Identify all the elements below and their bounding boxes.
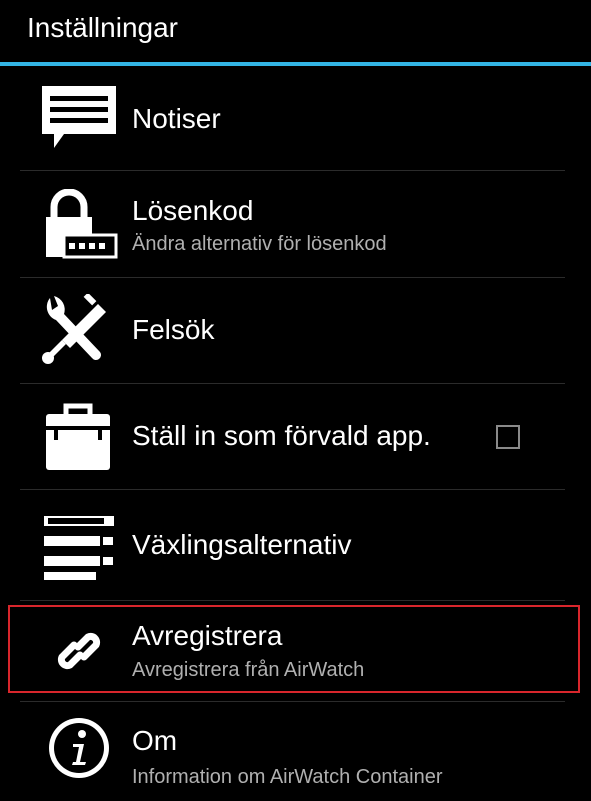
settings-item-title: Om bbox=[132, 725, 178, 756]
info-icon bbox=[40, 712, 118, 784]
settings-item-notiser[interactable]: Notiser bbox=[0, 66, 591, 170]
settings-item-subtitle: Ändra alternativ för lösenkod bbox=[132, 233, 387, 255]
lock-passcode-icon bbox=[40, 189, 118, 261]
settings-item-vaxlingsalternativ[interactable]: Växlingsalternativ bbox=[0, 490, 591, 600]
settings-item-title: Felsök bbox=[132, 314, 215, 345]
settings-item-subtitle: Information om AirWatch Container bbox=[132, 766, 443, 788]
highlight-frame bbox=[8, 605, 580, 693]
page-title: Inställningar bbox=[27, 12, 178, 43]
settings-item-default-app[interactable]: Ställ in som förvald app. bbox=[0, 384, 591, 489]
action-bar: Inställningar bbox=[0, 0, 591, 62]
settings-item-om[interactable]: Om Information om AirWatch Container bbox=[0, 702, 591, 801]
briefcase-icon bbox=[40, 400, 118, 472]
row-divider bbox=[20, 600, 565, 601]
wrench-screwdriver-icon bbox=[40, 294, 118, 366]
settings-item-felsok[interactable]: Felsök bbox=[0, 278, 591, 383]
settings-item-title: Lösenkod bbox=[132, 195, 254, 226]
default-app-checkbox[interactable] bbox=[496, 425, 520, 449]
notification-bubble-icon bbox=[40, 82, 118, 154]
settings-item-title: Notiser bbox=[132, 103, 221, 134]
settings-item-title: Växlingsalternativ bbox=[132, 529, 352, 560]
settings-item-title: Ställ in som förvald app. bbox=[132, 420, 431, 451]
switch-options-icon bbox=[40, 510, 118, 582]
settings-item-losenkod[interactable]: Lösenkod Ändra alternativ för lösenkod bbox=[0, 171, 591, 277]
